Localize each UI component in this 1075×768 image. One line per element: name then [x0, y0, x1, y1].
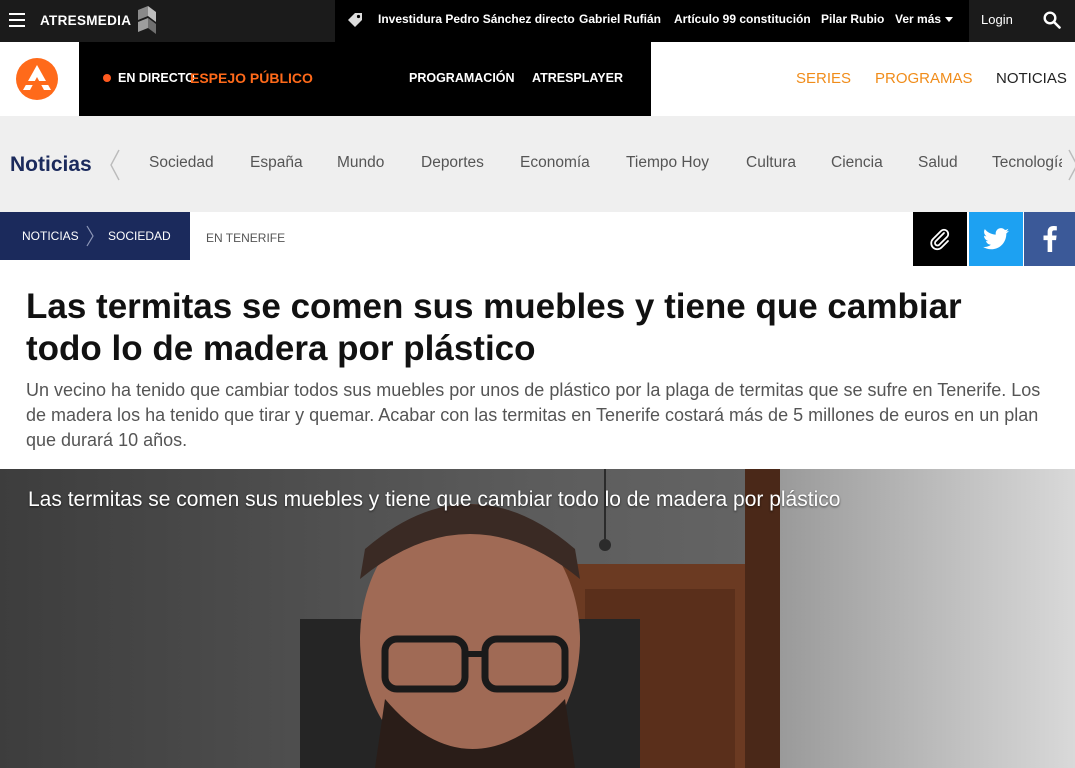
chevron-left-icon[interactable] — [108, 148, 122, 182]
article-headline: Las termitas se comen sus muebles y tien… — [26, 287, 962, 368]
breadcrumb: NOTICIAS SOCIEDAD — [0, 212, 190, 260]
more-label: Ver más — [895, 12, 942, 26]
video-player[interactable]: Las termitas se comen sus muebles y tien… — [0, 469, 1075, 768]
nav-item-economia[interactable]: Economía — [520, 154, 590, 172]
breadcrumb-sociedad[interactable]: SOCIEDAD — [108, 229, 171, 243]
breadcrumb-noticias[interactable]: NOTICIAS — [22, 229, 79, 243]
noticias-link[interactable]: NOTICIAS — [996, 70, 1067, 87]
tag-icon — [348, 13, 362, 27]
section-nav: Noticias Sociedad España Mundo Deportes … — [0, 116, 1075, 212]
series-link[interactable]: SERIES — [796, 70, 851, 87]
nav-item-cultura[interactable]: Cultura — [746, 154, 796, 172]
location-tag[interactable]: EN TENERIFE — [206, 231, 285, 245]
nav-item-sociedad[interactable]: Sociedad — [149, 154, 214, 172]
trending-topics-bar: Investidura Pedro Sánchez directo Gabrie… — [335, 0, 969, 42]
atresplayer-link[interactable]: ATRESPLAYER — [532, 71, 623, 85]
article-lede: Un vecino ha tenido que cambiar todos su… — [26, 380, 1041, 450]
chevron-right-icon[interactable] — [1066, 148, 1075, 182]
section-title[interactable]: Noticias — [10, 153, 92, 177]
trending-link[interactable]: Gabriel Rufián — [579, 12, 661, 26]
nav-item-tecnologia[interactable]: Tecnología — [992, 154, 1062, 172]
nav-item-mundo[interactable]: Mundo — [337, 154, 384, 172]
twitter-share-button[interactable] — [969, 212, 1023, 266]
more-trending-button[interactable]: Ver más — [895, 12, 954, 26]
trending-link[interactable]: Artículo 99 constitución — [674, 12, 811, 26]
chevron-down-icon — [945, 17, 954, 23]
nav-item-ciencia[interactable]: Ciencia — [831, 154, 883, 172]
atresmedia-logo-icon — [138, 6, 156, 34]
live-dot-icon — [103, 74, 111, 82]
live-block: EN DIRECTO ESPEJO PÚBLICO PROGRAMACIÓN A… — [79, 42, 651, 116]
video-thumbnail — [0, 469, 1075, 768]
twitter-icon — [983, 228, 1009, 250]
programas-link[interactable]: PROGRAMAS — [875, 70, 973, 87]
live-label: EN DIRECTO — [118, 71, 195, 85]
menu-icon[interactable] — [9, 13, 25, 27]
breadcrumb-bar: NOTICIAS SOCIEDAD EN TENERIFE — [0, 212, 1075, 266]
trending-link[interactable]: Investidura Pedro Sánchez directo — [378, 12, 575, 26]
nav-item-deportes[interactable]: Deportes — [421, 154, 484, 172]
breadcrumb-separator-icon — [86, 225, 94, 247]
programacion-link[interactable]: PROGRAMACIÓN — [409, 71, 515, 85]
login-button[interactable]: Login — [981, 12, 1013, 27]
nav-item-salud[interactable]: Salud — [918, 154, 958, 172]
live-show-link[interactable]: ESPEJO PÚBLICO — [190, 70, 313, 86]
top-bar: ATRESMEDIA Investidura Pedro Sánchez dir… — [0, 0, 1075, 42]
section-nav-list: Sociedad España Mundo Deportes Economía … — [130, 116, 1062, 212]
video-caption: Las termitas se comen sus muebles y tien… — [28, 488, 841, 511]
facebook-icon — [1043, 226, 1057, 252]
trending-link[interactable]: Pilar Rubio — [821, 12, 884, 26]
atresmedia-brand[interactable]: ATRESMEDIA — [40, 13, 131, 28]
nav-item-espana[interactable]: España — [250, 154, 303, 172]
antena3-logo-icon[interactable] — [15, 57, 59, 101]
search-icon[interactable] — [1043, 11, 1061, 29]
paperclip-icon — [930, 228, 950, 251]
channel-bar: EN DIRECTO ESPEJO PÚBLICO PROGRAMACIÓN A… — [0, 42, 1075, 116]
copy-link-button[interactable] — [913, 212, 967, 266]
facebook-share-button[interactable] — [1024, 212, 1075, 266]
nav-item-tiempo-hoy[interactable]: Tiempo Hoy — [626, 154, 709, 172]
